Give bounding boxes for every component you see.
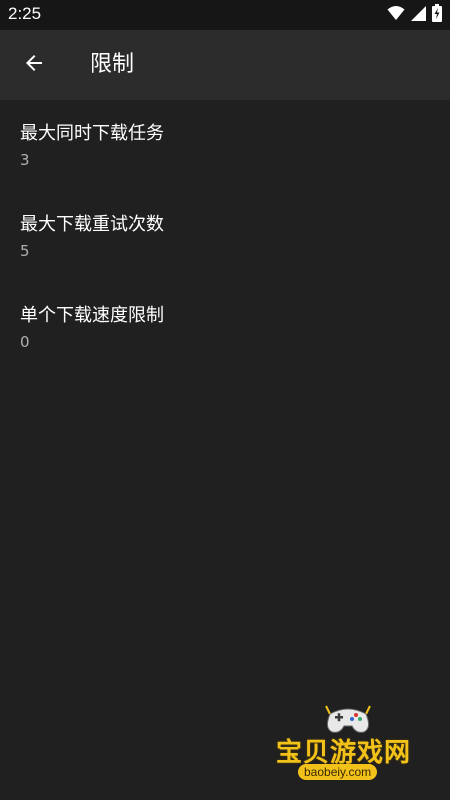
battery-charging-icon [432, 4, 442, 26]
status-icons [387, 4, 442, 26]
setting-max-download-retries[interactable]: 最大下载重试次数 5 [0, 191, 450, 282]
watermark-url: baobeiy.com [298, 764, 378, 780]
settings-list: 最大同时下载任务 3 最大下载重试次数 5 单个下载速度限制 0 [0, 100, 450, 373]
screen: 2:25 限制 最大同时下载任务 3 最大下载重试次数 5 单个下载速度限制 0… [0, 0, 450, 800]
back-button[interactable] [10, 41, 58, 89]
setting-value: 0 [20, 333, 30, 351]
arrow-back-icon [22, 51, 46, 79]
page-title: 限制 [90, 52, 135, 77]
setting-max-concurrent-downloads[interactable]: 最大同时下载任务 3 [0, 100, 450, 191]
setting-download-speed-limit[interactable]: 单个下载速度限制 0 [0, 282, 450, 373]
setting-value: 3 [20, 151, 30, 169]
setting-title: 单个下载速度限制 [20, 305, 164, 326]
status-time: 2:25 [8, 4, 42, 23]
watermark: 宝贝游戏网 baobeiy.com [268, 700, 428, 790]
wifi-icon [387, 5, 405, 25]
status-bar: 2:25 [0, 0, 450, 30]
app-toolbar: 限制 [0, 30, 450, 100]
setting-title: 最大下载重试次数 [20, 214, 164, 235]
setting-title: 最大同时下载任务 [20, 123, 164, 144]
cell-signal-icon [411, 5, 426, 25]
setting-value: 5 [20, 242, 30, 260]
